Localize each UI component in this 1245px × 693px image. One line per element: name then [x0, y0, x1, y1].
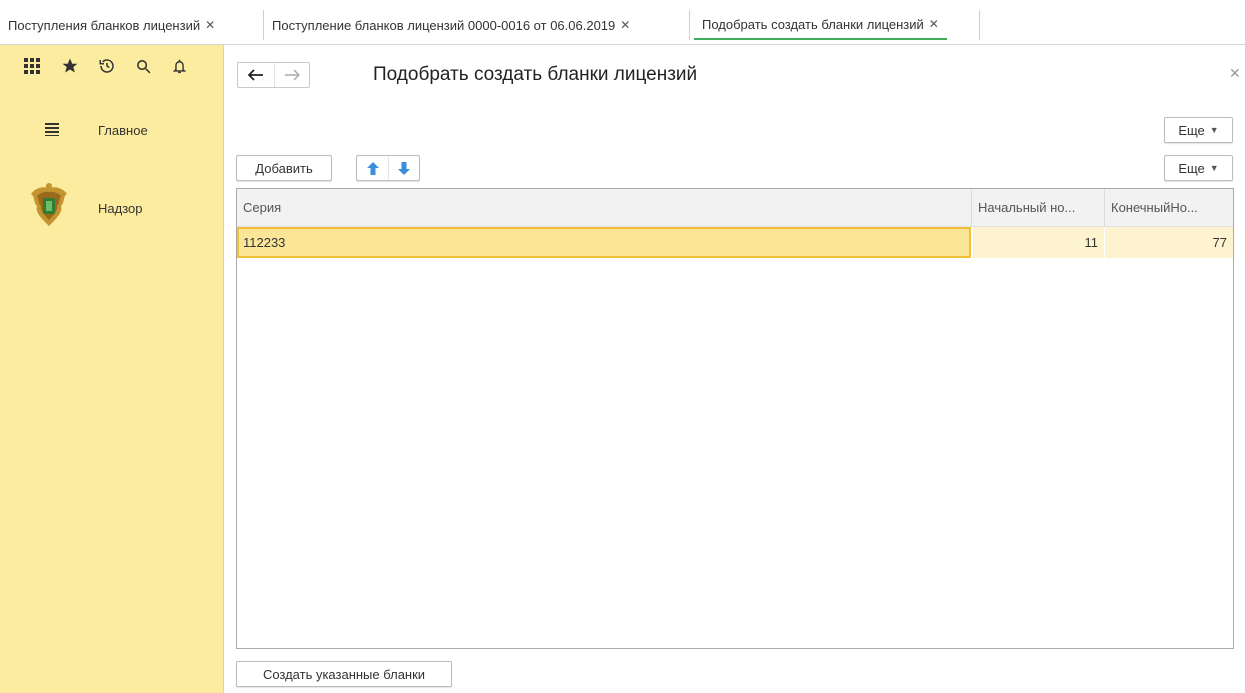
- tab-label: Подобрать создать бланки лицензий: [702, 16, 924, 32]
- blanks-table[interactable]: Серия Начальный но... КонечныйНо... 1122…: [236, 188, 1234, 649]
- tab-receipts-list[interactable]: Поступления бланков лицензий ✕: [0, 10, 223, 40]
- move-buttons: [356, 155, 420, 181]
- tab-bar: Поступления бланков лицензий ✕ Поступлен…: [0, 0, 1245, 45]
- move-up-arrow-icon[interactable]: [357, 156, 388, 180]
- table-header: Серия Начальный но... КонечныйНо...: [237, 189, 1233, 227]
- page-title: Подобрать создать бланки лицензий: [373, 64, 698, 85]
- cell-start-number[interactable]: 11: [973, 227, 1104, 258]
- column-header-end-number[interactable]: КонечныйНо...: [1104, 189, 1233, 227]
- bell-icon[interactable]: [167, 54, 191, 78]
- more-button-form[interactable]: Еще ▼: [1164, 117, 1233, 143]
- sidebar-item-label: Главное: [98, 123, 148, 138]
- create-blanks-button[interactable]: Создать указанные бланки: [236, 661, 452, 687]
- chevron-down-icon: ▼: [1209, 125, 1219, 135]
- tab-receipt-document[interactable]: Поступление бланков лицензий 0000-0016 о…: [264, 10, 638, 40]
- tab-close-icon[interactable]: ✕: [205, 18, 215, 32]
- more-label: Еще: [1178, 122, 1205, 138]
- history-icon[interactable]: [95, 54, 119, 78]
- move-down-arrow-icon[interactable]: [388, 156, 419, 180]
- tab-select-create-blanks[interactable]: Подобрать создать бланки лицензий ✕: [694, 10, 947, 40]
- sidebar-item-label: Надзор: [98, 201, 143, 216]
- sidebar: Главное Надзор: [0, 45, 224, 693]
- chevron-down-icon: ▼: [1209, 163, 1219, 173]
- more-label: Еще: [1178, 160, 1205, 176]
- cell-series[interactable]: 112233: [237, 227, 971, 258]
- column-header-start-number[interactable]: Начальный но...: [971, 189, 1104, 227]
- close-icon[interactable]: ✕: [1229, 65, 1241, 82]
- tab-label: Поступления бланков лицензий: [8, 17, 201, 33]
- tab-close-icon[interactable]: ✕: [929, 17, 939, 31]
- tab-divider: [689, 10, 690, 40]
- search-icon[interactable]: [131, 54, 155, 78]
- sidebar-item-main[interactable]: Главное: [0, 111, 224, 151]
- coat-of-arms-icon: [29, 182, 69, 233]
- add-label: Добавить: [255, 160, 313, 176]
- cell-end-number[interactable]: 77: [1105, 227, 1233, 258]
- create-blanks-label: Создать указанные бланки: [262, 666, 426, 682]
- menu-lines-icon: [45, 122, 59, 139]
- sidebar-toolbar: [0, 45, 224, 91]
- tab-label: Поступление бланков лицензий 0000-0016 о…: [272, 17, 616, 33]
- favorites-star-icon[interactable]: [58, 54, 82, 78]
- form-area: Подобрать создать бланки лицензий ✕ Еще …: [225, 45, 1245, 693]
- tab-close-icon[interactable]: ✕: [620, 18, 630, 32]
- apps-grid-icon[interactable]: [20, 54, 44, 78]
- navigation-buttons: [237, 62, 310, 88]
- table-row[interactable]: 112233 11 77: [237, 227, 1233, 258]
- more-button-table[interactable]: Еще ▼: [1164, 155, 1233, 181]
- forward-arrow-icon[interactable]: [273, 63, 310, 87]
- column-header-series[interactable]: Серия: [237, 189, 971, 227]
- sidebar-item-supervision[interactable]: Надзор: [0, 183, 224, 229]
- back-arrow-icon[interactable]: [238, 63, 274, 87]
- tab-divider: [979, 10, 980, 40]
- add-button[interactable]: Добавить: [236, 155, 332, 181]
